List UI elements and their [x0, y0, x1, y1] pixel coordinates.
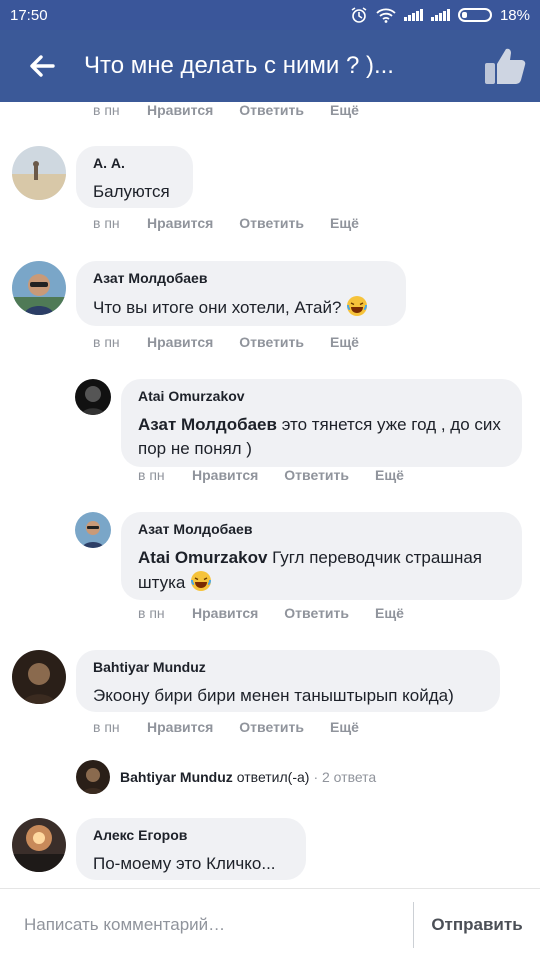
laughing-emoji-icon — [347, 296, 368, 316]
replies-verb: ответил(-а) — [236, 769, 310, 785]
battery-icon — [457, 8, 492, 22]
avatar[interactable] — [12, 261, 66, 315]
avatar[interactable] — [75, 512, 111, 548]
replies-count: · 2 ответа — [313, 769, 377, 785]
comment-time: в пн — [138, 605, 165, 621]
avatar — [76, 760, 110, 794]
avatar[interactable] — [75, 379, 111, 415]
send-button[interactable]: Отправить — [414, 915, 540, 935]
signal-icon — [403, 9, 423, 21]
comment-time: в пн — [93, 215, 120, 231]
status-time: 17:50 — [10, 6, 48, 24]
like-link[interactable]: Нравится — [147, 334, 213, 350]
more-link[interactable]: Ещё — [375, 605, 404, 621]
comment-bubble: Азат Молдобаев Что вы итоге они хотели, … — [76, 261, 406, 326]
comment-text-line: Atai Omurzakov Гугл переводчик страшная … — [138, 546, 504, 595]
reply-bubble: Азат Молдобаев Atai Omurzakov Гугл перев… — [121, 512, 522, 600]
comment-time: в пн — [93, 102, 120, 118]
reply-link[interactable]: Ответить — [239, 719, 304, 735]
comment-text: Балуются — [93, 182, 170, 201]
comment-composer: Отправить — [0, 888, 540, 960]
comment-text: По-моему это Кличко... — [93, 854, 276, 873]
like-link[interactable]: Нравится — [192, 467, 258, 483]
more-link[interactable]: Ещё — [375, 467, 404, 483]
like-link[interactable]: Нравится — [147, 719, 213, 735]
laughing-emoji-icon — [191, 571, 212, 591]
more-link[interactable]: Ещё — [330, 719, 359, 735]
comment-author[interactable]: Азат Молдобаев — [138, 520, 504, 538]
replies-author: Bahtiyar Munduz — [120, 769, 233, 785]
comment-actions: в пн Нравится Ответить Ещё — [93, 334, 385, 350]
comment-bubble: А. А. Балуются — [76, 146, 193, 208]
avatar[interactable] — [12, 818, 66, 872]
comment-text: Экоону бири бири менен таныштырып койда) — [93, 686, 454, 705]
more-link[interactable]: Ещё — [330, 215, 359, 231]
reply-link[interactable]: Ответить — [284, 605, 349, 621]
top-bar: Что мне делать с ними ? )... — [0, 30, 540, 102]
wifi-icon — [376, 8, 396, 23]
comment-bubble: Bahtiyar Munduz Экоону бири бири менен т… — [76, 650, 500, 712]
reply-link[interactable]: Ответить — [239, 215, 304, 231]
reply-link[interactable]: Ответить — [284, 467, 349, 483]
like-link[interactable]: Нравится — [147, 215, 213, 231]
avatar[interactable] — [12, 650, 66, 704]
comment-text-line: Азат Молдобаев это тянется уже год , до … — [138, 413, 504, 461]
comment-text: Что вы итоге они хотели, Атай? — [93, 298, 342, 317]
comments-list: в пн Нравится Ответить Ещё А. А. Балуютс… — [0, 102, 540, 888]
comment-text-line: Что вы итоге они хотели, Атай? — [93, 295, 388, 320]
more-link[interactable]: Ещё — [330, 102, 359, 118]
comment-bubble: Алекс Егоров По-моему это Кличко... — [76, 818, 306, 880]
comment-author[interactable]: Алекс Егоров — [93, 826, 288, 844]
signal-icon-2 — [430, 9, 450, 21]
thumbs-up-icon — [485, 48, 526, 84]
alarm-icon — [351, 7, 367, 23]
like-link[interactable]: Нравится — [147, 102, 213, 118]
comment-author[interactable]: Bahtiyar Munduz — [93, 658, 482, 676]
mention-link[interactable]: Азат Молдобаев — [138, 415, 277, 434]
like-link[interactable]: Нравится — [192, 605, 258, 621]
comment-time: в пн — [138, 467, 165, 483]
comment-author[interactable]: Азат Молдобаев — [93, 269, 388, 287]
status-bar: 17:50 18% — [0, 0, 540, 30]
comment-time: в пн — [93, 719, 120, 735]
reply-link[interactable]: Ответить — [239, 334, 304, 350]
view-replies-link[interactable]: Bahtiyar Munduz ответил(-а) · 2 ответа — [76, 760, 376, 794]
comment-time: в пн — [93, 334, 120, 350]
avatar[interactable] — [12, 146, 66, 200]
comment-actions: в пн Нравится Ответить Ещё — [93, 719, 385, 735]
reply-link[interactable]: Ответить — [239, 102, 304, 118]
mention-link[interactable]: Atai Omurzakov — [138, 548, 267, 567]
comment-actions: в пн Нравится Ответить Ещё — [93, 215, 385, 231]
battery-level: 18% — [499, 6, 530, 24]
comment-author[interactable]: А. А. — [93, 154, 175, 172]
comment-author[interactable]: Atai Omurzakov — [138, 387, 504, 405]
comment-actions: в пн Нравится Ответить Ещё — [138, 467, 430, 483]
back-button[interactable] — [0, 30, 84, 102]
comment-actions: в пн Нравится Ответить Ещё — [138, 605, 430, 621]
more-link[interactable]: Ещё — [330, 334, 359, 350]
comment-actions: в пн Нравится Ответить Ещё — [93, 102, 385, 118]
comment-input[interactable] — [0, 900, 413, 949]
like-button[interactable] — [470, 30, 540, 102]
page-title: Что мне делать с ними ? )... — [84, 52, 394, 79]
back-arrow-icon — [30, 55, 55, 77]
reply-bubble: Atai Omurzakov Азат Молдобаев это тянетс… — [121, 379, 522, 467]
